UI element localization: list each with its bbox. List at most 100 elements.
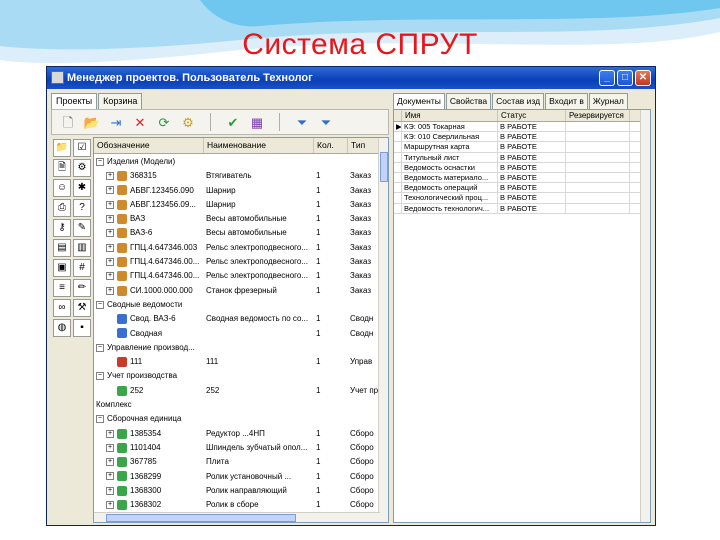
link-icon[interactable]: ∞ bbox=[53, 299, 71, 317]
delete-icon[interactable]: ✕ bbox=[130, 112, 150, 132]
folder-icon[interactable]: 📁 bbox=[53, 139, 71, 157]
task-icon[interactable]: ☑ bbox=[73, 139, 91, 157]
new-doc-icon[interactable]: 🗋 bbox=[58, 112, 78, 132]
column-header-doc-name[interactable]: Имя bbox=[402, 110, 498, 121]
expand-icon[interactable]: + bbox=[106, 200, 114, 209]
table-row[interactable]: +1368299 Ролик установочный ... 1 Сборо bbox=[94, 470, 380, 484]
table-row[interactable]: +1101404 Шпиндель зубчатый опол... 1 Сборо bbox=[94, 441, 380, 455]
column-header-reserved[interactable]: Резервируется bbox=[566, 110, 630, 121]
table-row[interactable]: + ВАЗ Весы автомобильные 1 Заказ bbox=[94, 212, 380, 226]
table-row[interactable]: + ГПЦ.4.647346.00... Рельс электроподвесно… bbox=[94, 269, 380, 283]
tab-projects[interactable]: Проекты bbox=[51, 93, 98, 109]
expand-icon[interactable]: + bbox=[106, 458, 114, 467]
collapse-icon[interactable]: − bbox=[96, 415, 104, 424]
list-icon[interactable]: ≡ bbox=[53, 279, 71, 297]
expand-icon[interactable]: + bbox=[106, 215, 114, 224]
open-folder-icon[interactable]: 📂 bbox=[82, 112, 102, 132]
table-row[interactable]: ▶ КЭ: 005 Токарная В РАБОТЕ bbox=[394, 122, 650, 133]
lock-icon[interactable]: ▪ bbox=[73, 319, 91, 337]
checkin-icon[interactable]: ✔ bbox=[223, 112, 243, 132]
key-icon[interactable]: ⚷ bbox=[53, 219, 71, 237]
table-row[interactable]: Комплекс bbox=[94, 398, 380, 412]
window-titlebar[interactable]: Менеджер проектов. Пользователь Технолог… bbox=[47, 67, 655, 89]
table-row[interactable]: +1368300 Ролик направляющий 1 Сборо bbox=[94, 484, 380, 498]
filter-icon[interactable]: ⏷ bbox=[292, 112, 312, 132]
expand-icon[interactable]: + bbox=[106, 286, 114, 295]
collapse-icon[interactable]: − bbox=[96, 157, 104, 166]
properties-icon[interactable]: ⚙ bbox=[178, 112, 198, 132]
table-row[interactable]: Ведомость материало... В РАБОТЕ bbox=[394, 172, 650, 184]
table-row[interactable]: + АБВГ.123456.090 Шарнир 1 Заказ bbox=[94, 184, 380, 198]
tab-included-in[interactable]: Входит в bbox=[545, 93, 588, 109]
column-header-status[interactable]: Статус bbox=[498, 110, 566, 121]
column-header-name[interactable]: Наименование bbox=[204, 138, 314, 153]
expand-icon[interactable]: + bbox=[106, 186, 114, 195]
expand-icon[interactable]: + bbox=[106, 243, 114, 252]
table-row[interactable]: − Сборочная единица bbox=[94, 412, 380, 426]
settings-icon[interactable]: ⚒ bbox=[73, 299, 91, 317]
export-icon[interactable]: ⇥ bbox=[106, 112, 126, 132]
expand-icon[interactable]: + bbox=[106, 229, 114, 238]
horizontal-scrollbar[interactable] bbox=[94, 512, 380, 522]
table-row[interactable]: Ведомость оснастки В РАБОТЕ bbox=[394, 162, 650, 173]
tab-composition[interactable]: Состав изд bbox=[492, 93, 545, 109]
column-header-type[interactable]: Тип bbox=[348, 138, 380, 153]
table-row[interactable]: + ГПЦ.4.647346.003 Рельс электроподвесного… bbox=[94, 241, 380, 255]
scroll-thumb[interactable] bbox=[106, 514, 296, 522]
table-row[interactable]: − Сводные ведомости bbox=[94, 298, 380, 312]
collapse-icon[interactable]: − bbox=[96, 343, 104, 352]
column-header-designation[interactable]: Обозначение bbox=[94, 138, 204, 153]
expand-icon[interactable]: + bbox=[106, 501, 114, 510]
minimize-button[interactable]: _ bbox=[599, 70, 615, 86]
table-row[interactable]: Ведомость технологич... В РАБОТЕ bbox=[394, 203, 650, 214]
tab-trash[interactable]: Корзина bbox=[98, 93, 143, 109]
help-icon[interactable]: ? bbox=[73, 199, 91, 217]
table-row[interactable]: − Управление производ... bbox=[94, 341, 380, 355]
doc-icon[interactable]: 🗎 bbox=[53, 159, 71, 177]
table-row[interactable]: − Изделия (Модели) bbox=[94, 155, 380, 169]
table-row[interactable]: +1368302 Ролик в сборе 1 Сборо bbox=[94, 498, 380, 512]
table-row[interactable]: +1385354 Редуктор ...4НП 1 Сборо bbox=[94, 427, 380, 441]
collapse-icon[interactable]: − bbox=[96, 372, 104, 381]
table-row[interactable]: +367785 Плита 1 Сборо bbox=[94, 455, 380, 469]
table-row[interactable]: Маршрутная карта В РАБОТЕ bbox=[394, 142, 650, 153]
book-icon[interactable]: ▥ bbox=[73, 239, 91, 257]
table-row[interactable]: + ГПЦ.4.647346.00... Рельс электроподвесно… bbox=[94, 255, 380, 269]
table-row[interactable]: Сводная 1 Сводн bbox=[94, 327, 380, 341]
vertical-scrollbar[interactable] bbox=[640, 110, 650, 522]
scroll-thumb[interactable] bbox=[380, 152, 388, 182]
table-row[interactable]: 111 111 1 Управ bbox=[94, 355, 380, 369]
user-icon[interactable]: ☺ bbox=[53, 179, 71, 197]
table-row[interactable]: + АБВГ.123456.09... Шарнир 1 Заказ bbox=[94, 198, 380, 212]
table-row[interactable]: +368315 Втягиватель 1 Заказ bbox=[94, 169, 380, 183]
expand-icon[interactable]: + bbox=[106, 172, 114, 181]
tab-journal[interactable]: Журнал bbox=[588, 93, 628, 109]
vertical-scrollbar[interactable] bbox=[378, 138, 388, 522]
table-icon[interactable]: ▦ bbox=[247, 112, 267, 132]
assembly-icon[interactable]: ⚙ bbox=[73, 159, 91, 177]
table-row[interactable]: + ВАЗ-6 Весы автомобильные 1 Заказ bbox=[94, 226, 380, 240]
print-icon[interactable]: ⎙ bbox=[53, 199, 71, 217]
expand-icon[interactable]: + bbox=[106, 486, 114, 495]
expand-icon[interactable]: + bbox=[106, 472, 114, 481]
table-row[interactable]: КЭ: 010 Сверлильная В РАБОТЕ bbox=[394, 132, 650, 143]
table-row[interactable]: Ведомость операций В РАБОТЕ bbox=[394, 183, 650, 194]
expand-icon[interactable]: + bbox=[106, 257, 114, 266]
refresh-icon[interactable]: ⟳ bbox=[154, 112, 174, 132]
close-button[interactable]: ✕ bbox=[635, 70, 651, 86]
table-row[interactable]: + СИ.1000.000.000 Станок фрезерный 1 Заказ bbox=[94, 284, 380, 298]
table-row[interactable]: 252 252 1 Учет пр bbox=[94, 384, 380, 398]
image-icon[interactable]: ▣ bbox=[53, 259, 71, 277]
expand-icon[interactable]: + bbox=[106, 272, 114, 281]
table-row[interactable]: Свод. ВАЗ-6 Сводная ведомость по со... 1 Св… bbox=[94, 312, 380, 326]
tab-properties[interactable]: Свойства bbox=[445, 93, 492, 109]
globe-icon[interactable]: ◍ bbox=[53, 319, 71, 337]
collapse-icon[interactable]: − bbox=[96, 300, 104, 309]
table-row[interactable]: − Учет производства bbox=[94, 369, 380, 383]
calc-icon[interactable]: # bbox=[73, 259, 91, 277]
table-row[interactable]: Титульный лист В РАБОТЕ bbox=[394, 152, 650, 163]
gear-icon[interactable]: ✱ bbox=[73, 179, 91, 197]
expand-icon[interactable]: + bbox=[106, 443, 114, 452]
expand-icon[interactable]: + bbox=[106, 429, 114, 438]
chart-icon[interactable]: ▤ bbox=[53, 239, 71, 257]
